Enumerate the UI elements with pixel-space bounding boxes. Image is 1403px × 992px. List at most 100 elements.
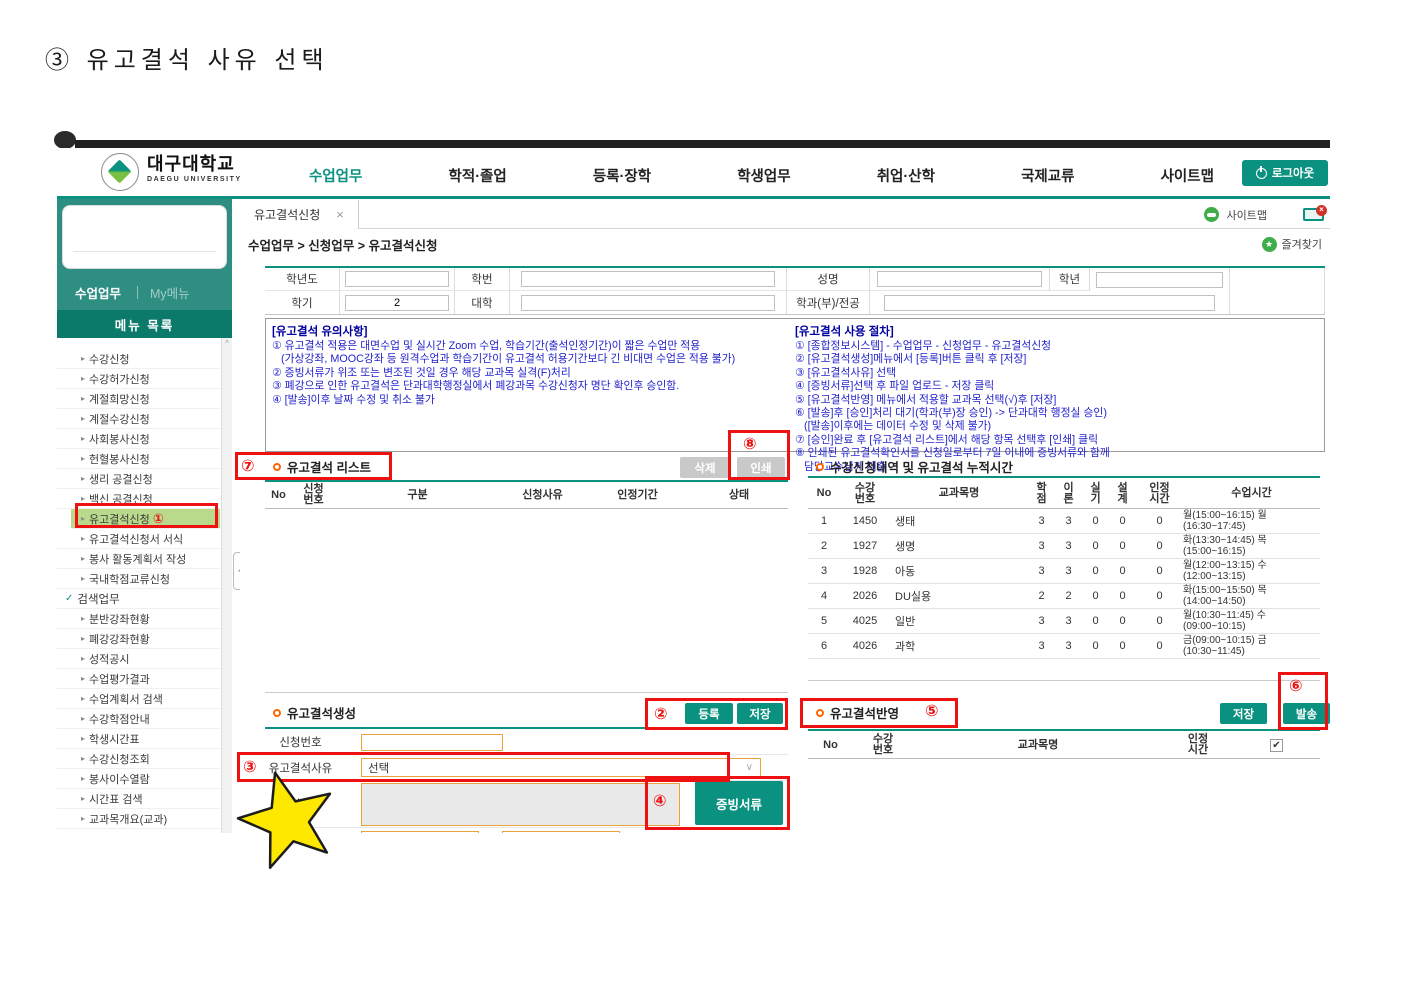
favorites-button[interactable]: ★ 즐겨찾기 [1262, 236, 1322, 252]
table-cell: 1 [808, 509, 840, 533]
sidebar-item-label: 분반강좌현황 [89, 611, 150, 627]
year-input[interactable] [345, 271, 450, 287]
request-no-input[interactable] [361, 734, 503, 751]
sidebar-tab-mymenu[interactable]: My메뉴 [150, 283, 190, 302]
university-logo-icon[interactable] [101, 153, 139, 191]
menu-scrollbar[interactable]: ^ [221, 338, 232, 833]
sidebar-item[interactable]: ▸수강신청 [57, 349, 220, 369]
name-input[interactable] [877, 271, 1042, 287]
sidebar-item[interactable]: ▸사회봉사신청 [57, 429, 220, 449]
register-button[interactable]: 등록 [685, 703, 733, 724]
sidebar-item[interactable]: ▸유고결석신청서 서식 [57, 529, 220, 549]
table-cell: 2 [808, 534, 840, 558]
table-cell: 2 [1028, 584, 1055, 608]
nav-item-7[interactable]: 사이트맵 [1161, 165, 1214, 186]
start-date-input[interactable]: ⊞ [361, 831, 479, 834]
sidebar-item[interactable]: ▸분반강좌현황 [57, 609, 220, 629]
sidebar-item[interactable]: ▸교과목개요(교과) [57, 809, 220, 829]
sidebar-item[interactable]: ✓검색업무 [57, 589, 220, 609]
delete-button[interactable]: 삭제 [680, 457, 730, 478]
nav-item-5[interactable]: 취업·산학 [877, 165, 935, 186]
sitemap-icon[interactable] [1204, 207, 1219, 222]
attachment-button[interactable]: 증빙서류 [695, 781, 783, 825]
column-header: 교과목명 [890, 479, 1028, 509]
year-cell [340, 268, 455, 291]
calendar-icon[interactable]: ⊞ [607, 833, 616, 834]
tab-absence-request[interactable]: 유고결석신청 × [240, 200, 359, 229]
menu-arrow-icon: ▸ [81, 634, 85, 643]
print-button[interactable]: 인쇄 [737, 457, 785, 478]
column-header: 구분 [335, 482, 500, 509]
end-date-input[interactable]: ⊞ [502, 831, 620, 834]
notice-line: ② [유고결석생성]메뉴에서 [등록]버튼 클릭 후 [저장] [795, 353, 1318, 366]
nav-item-3[interactable]: 등록·장학 [593, 165, 651, 186]
table-row[interactable]: 64026과학33000금(09:00~10:15) 금(10:30~11:45… [808, 634, 1320, 659]
sidebar-item[interactable]: ▸수강허가신청 [57, 369, 220, 389]
notice-line: ④ [발송]이후 날짜 수정 및 취소 불가 [272, 394, 795, 407]
sidebar-item[interactable]: ▸봉사 활동계획서 작성 [57, 549, 220, 569]
create-section-title: 유고결석생성 [273, 703, 356, 722]
column-header: 설 계 [1109, 479, 1136, 509]
table-row[interactable]: 54025일반33000월(10:30~11:45) 수(09:00~10:15… [808, 609, 1320, 634]
sidebar-item[interactable]: ▸봉사이수열람 [57, 769, 220, 789]
table-row[interactable]: 11450생태33000월(15:00~16:15) 월(16:30~17:45… [808, 509, 1320, 534]
menu-arrow-icon: ▸ [81, 414, 85, 423]
sidebar-tab-classwork[interactable]: 수업업무 [75, 283, 121, 302]
university-logo[interactable]: 대구대학교 DAEGU UNIVERSITY [147, 155, 242, 183]
table-cell: 일반 [890, 609, 1028, 633]
menu-arrow-icon: ▸ [81, 494, 85, 503]
sidebar-item[interactable]: ▸성적공시 [57, 649, 220, 669]
menu-arrow-icon: ▸ [81, 794, 85, 803]
semester-input[interactable] [345, 295, 450, 311]
table-row[interactable]: 21927생명33000화(13:30~14:45) 목(15:00~16:15… [808, 534, 1320, 559]
section-underline [808, 476, 1320, 478]
calendar-icon[interactable]: ⊞ [466, 833, 475, 834]
logout-button[interactable]: 로그아웃 [1242, 160, 1328, 186]
reason-type-select[interactable]: 선택 ∨ [361, 758, 761, 777]
major-input[interactable] [884, 295, 1214, 311]
sidebar: 수업업무 My메뉴 메뉴 목록 ▸수강신청▸수강허가신청▸계절희망신청▸계절수강… [57, 199, 232, 833]
nav-item-4[interactable]: 학생업무 [737, 165, 790, 186]
table-row[interactable]: 42026DU실용22000화(15:00~15:50) 목(14:00~14:… [808, 584, 1320, 609]
nav-item-1[interactable]: 수업업무 [309, 165, 362, 186]
sidebar-item[interactable]: ▸백신 공결신청 [57, 489, 220, 509]
select-all-checkbox[interactable]: ✔ [1270, 739, 1283, 752]
date-separator: ~ [487, 833, 494, 834]
nav-item-6[interactable]: 국제교류 [1021, 165, 1074, 186]
request-no-row: 신청번호 [265, 730, 788, 754]
college-input[interactable] [521, 295, 775, 311]
sidebar-item[interactable]: ▸학생시간표 [57, 729, 220, 749]
table-cell: 3 [1055, 609, 1082, 633]
semester-cell [340, 291, 455, 314]
sidebar-item[interactable]: ▸수업평가결과 [57, 669, 220, 689]
menu-arrow-icon: ▸ [81, 394, 85, 403]
sidebar-item[interactable]: ▸폐강강좌현황 [57, 629, 220, 649]
save-button[interactable]: 저장 [737, 703, 783, 724]
checkbox-header: ✔ [1233, 732, 1320, 759]
sidebar-item[interactable]: ▸헌혈봉사신청 [57, 449, 220, 469]
header-divider [57, 196, 1330, 199]
sidebar-item[interactable]: ▸계절수강신청 [57, 409, 220, 429]
student-no-input[interactable] [521, 271, 775, 287]
tab-close-icon[interactable]: × [336, 207, 344, 222]
notice-line: (가상강좌, MOOC강좌 등 원격수업과 학습기간이 유고결석 허용기간보다 … [272, 353, 795, 366]
table-cell: 3 [1028, 509, 1055, 533]
grade-input[interactable] [1096, 272, 1224, 288]
send-button[interactable]: 발송 [1283, 703, 1330, 724]
sidebar-item-label: 유고결석신청 [89, 511, 150, 527]
sidebar-item[interactable]: ▸생리 공결신청 [57, 469, 220, 489]
reason-textarea[interactable] [361, 783, 680, 826]
nav-item-2[interactable]: 학적·졸업 [449, 165, 507, 186]
sidebar-item[interactable]: ▸수강학점안내 [57, 709, 220, 729]
sidebar-item-active[interactable]: ▸유고결석신청① [71, 509, 220, 529]
sidebar-item[interactable]: ▸수업계획서 검색 [57, 689, 220, 709]
table-row[interactable]: 31928아동33000월(12:00~13:15) 수(12:00~13:15… [808, 559, 1320, 584]
close-all-tabs-icon[interactable]: × [1303, 208, 1324, 221]
apply-save-button[interactable]: 저장 [1220, 703, 1267, 724]
menu-arrow-icon: ▸ [81, 374, 85, 383]
page: ③ 유고결석 사유 선택 대구대학교 DAEGU UNIVERSITY 수업업무… [0, 0, 1403, 992]
sidebar-item[interactable]: ▸시간표 검색 [57, 789, 220, 809]
sidebar-item[interactable]: ▸계절희망신청 [57, 389, 220, 409]
sidebar-item[interactable]: ▸수강신청조회 [57, 749, 220, 769]
sidebar-item[interactable]: ▸국내학점교류신청 [57, 569, 220, 589]
